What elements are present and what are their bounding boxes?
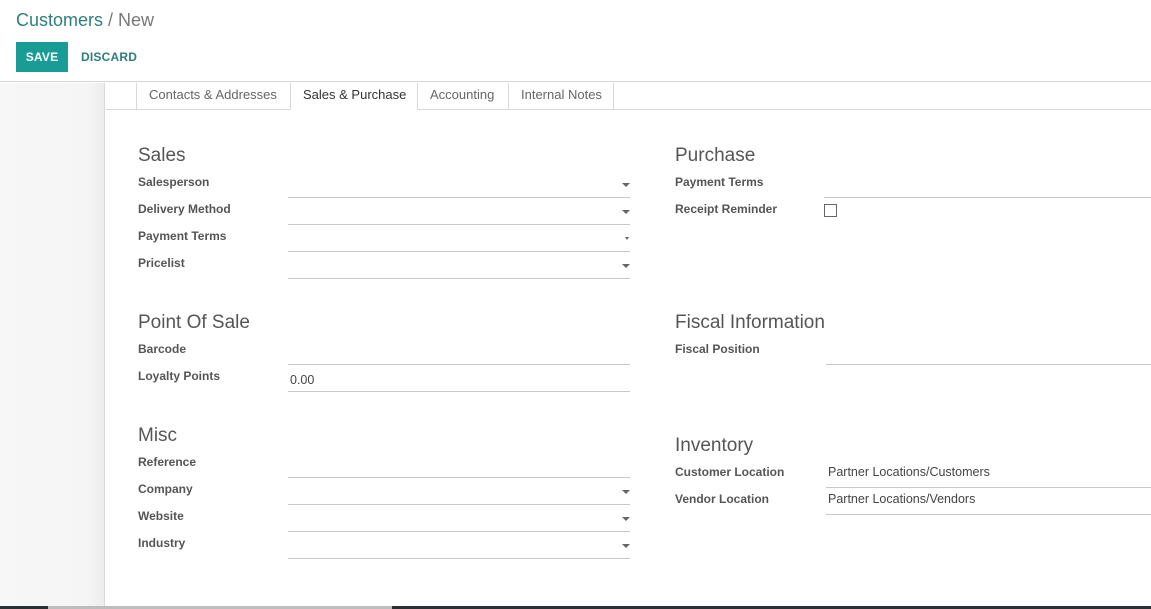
sales-payment-terms-field[interactable] bbox=[288, 225, 630, 252]
point-of-sale-group: Point Of Sale Barcode Loyalty Points 0.0… bbox=[138, 310, 630, 392]
notebook-tabs: Contacts & Addresses Sales & Purchase Ac… bbox=[136, 83, 614, 110]
fiscal-information-group-title: Fiscal Information bbox=[675, 312, 825, 333]
industry-field[interactable] bbox=[288, 532, 630, 559]
loyalty-points-row: Loyalty Points 0.00 bbox=[138, 365, 630, 392]
breadcrumb-customers-link[interactable]: Customers bbox=[16, 10, 103, 30]
tab-accounting[interactable]: Accounting bbox=[417, 83, 508, 110]
customer-location-field[interactable]: Partner Locations/Customers bbox=[826, 461, 1151, 488]
breadcrumb-separator: / bbox=[108, 10, 114, 30]
sales-payment-terms-dropdown-icon[interactable] bbox=[625, 237, 629, 240]
pricelist-label: Pricelist bbox=[138, 256, 185, 270]
website-field[interactable] bbox=[288, 505, 630, 532]
sales-payment-terms-label: Payment Terms bbox=[138, 229, 227, 243]
loyalty-points-label: Loyalty Points bbox=[138, 369, 221, 383]
purchase-group-title: Purchase bbox=[675, 145, 756, 166]
barcode-row: Barcode bbox=[138, 338, 630, 365]
industry-dropdown-icon[interactable] bbox=[622, 544, 630, 548]
vendor-location-field[interactable]: Partner Locations/Vendors bbox=[826, 488, 1151, 515]
purchase-group: Purchase Payment Terms Receipt Reminder bbox=[675, 143, 1151, 225]
receipt-reminder-row: Receipt Reminder bbox=[675, 198, 1151, 225]
fiscal-position-label: Fiscal Position bbox=[675, 342, 760, 356]
receipt-reminder-label: Receipt Reminder bbox=[675, 202, 778, 216]
salesperson-label: Salesperson bbox=[138, 175, 210, 189]
vendor-location-row: Vendor Location Partner Locations/Vendor… bbox=[675, 488, 1151, 515]
left-gutter bbox=[0, 83, 105, 609]
tab-contacts-addresses[interactable]: Contacts & Addresses bbox=[136, 83, 290, 110]
salesperson-field[interactable] bbox=[288, 171, 630, 198]
sales-payment-terms-row: Payment Terms bbox=[138, 225, 630, 252]
control-panel: Customers / New SAVE DISCARD bbox=[0, 0, 1151, 82]
customer-location-row: Customer Location Partner Locations/Cust… bbox=[675, 461, 1151, 488]
sales-group-title: Sales bbox=[138, 145, 186, 166]
purchase-payment-terms-row: Payment Terms bbox=[675, 171, 1151, 198]
reference-field[interactable] bbox=[288, 451, 630, 478]
industry-row: Industry bbox=[138, 532, 630, 559]
industry-label: Industry bbox=[138, 536, 186, 550]
receipt-reminder-checkbox[interactable] bbox=[824, 204, 837, 217]
reference-row: Reference bbox=[138, 451, 630, 478]
misc-group-title: Misc bbox=[138, 425, 178, 446]
pricelist-row: Pricelist bbox=[138, 252, 630, 279]
inventory-group: Inventory Customer Location Partner Loca… bbox=[675, 433, 1151, 515]
salesperson-dropdown-icon[interactable] bbox=[622, 183, 630, 187]
discard-button[interactable]: DISCARD bbox=[74, 42, 144, 72]
company-dropdown-icon[interactable] bbox=[622, 490, 630, 494]
pricelist-dropdown-icon[interactable] bbox=[622, 264, 630, 268]
company-label: Company bbox=[138, 482, 193, 496]
breadcrumb-current: New bbox=[118, 10, 155, 30]
website-dropdown-icon[interactable] bbox=[622, 517, 630, 521]
reference-label: Reference bbox=[138, 455, 197, 469]
loyalty-points-field[interactable]: 0.00 bbox=[288, 365, 630, 392]
sales-group: Sales Salesperson Delivery Method Paymen… bbox=[138, 143, 630, 279]
point-of-sale-group-title: Point Of Sale bbox=[138, 312, 250, 333]
delivery-method-label: Delivery Method bbox=[138, 202, 231, 216]
save-button[interactable]: SAVE bbox=[16, 42, 68, 72]
delivery-method-field[interactable] bbox=[288, 198, 630, 225]
company-field[interactable] bbox=[288, 478, 630, 505]
website-label: Website bbox=[138, 509, 184, 523]
purchase-payment-terms-label: Payment Terms bbox=[675, 175, 764, 189]
delivery-method-row: Delivery Method bbox=[138, 198, 630, 225]
purchase-payment-terms-field[interactable] bbox=[824, 171, 1151, 198]
pricelist-field[interactable] bbox=[288, 252, 630, 279]
salesperson-row: Salesperson bbox=[138, 171, 630, 198]
barcode-field[interactable] bbox=[288, 338, 630, 365]
website-row: Website bbox=[138, 505, 630, 532]
delivery-method-dropdown-icon[interactable] bbox=[622, 210, 630, 214]
inventory-group-title: Inventory bbox=[675, 435, 754, 456]
customer-location-label: Customer Location bbox=[675, 465, 785, 479]
form-sheet: Contacts & Addresses Sales & Purchase Ac… bbox=[106, 83, 1151, 606]
misc-group: Misc Reference Company Website Industry bbox=[138, 423, 630, 559]
vendor-location-label: Vendor Location bbox=[675, 492, 770, 506]
barcode-label: Barcode bbox=[138, 342, 187, 356]
fiscal-information-group: Fiscal Information Fiscal Position bbox=[675, 310, 1151, 365]
tab-sales-purchase[interactable]: Sales & Purchase bbox=[290, 83, 417, 110]
fiscal-position-field[interactable] bbox=[826, 338, 1151, 365]
breadcrumb: Customers / New bbox=[16, 9, 154, 31]
tab-internal-notes[interactable]: Internal Notes bbox=[508, 83, 614, 110]
fiscal-position-row: Fiscal Position bbox=[675, 338, 1151, 365]
company-row: Company bbox=[138, 478, 630, 505]
